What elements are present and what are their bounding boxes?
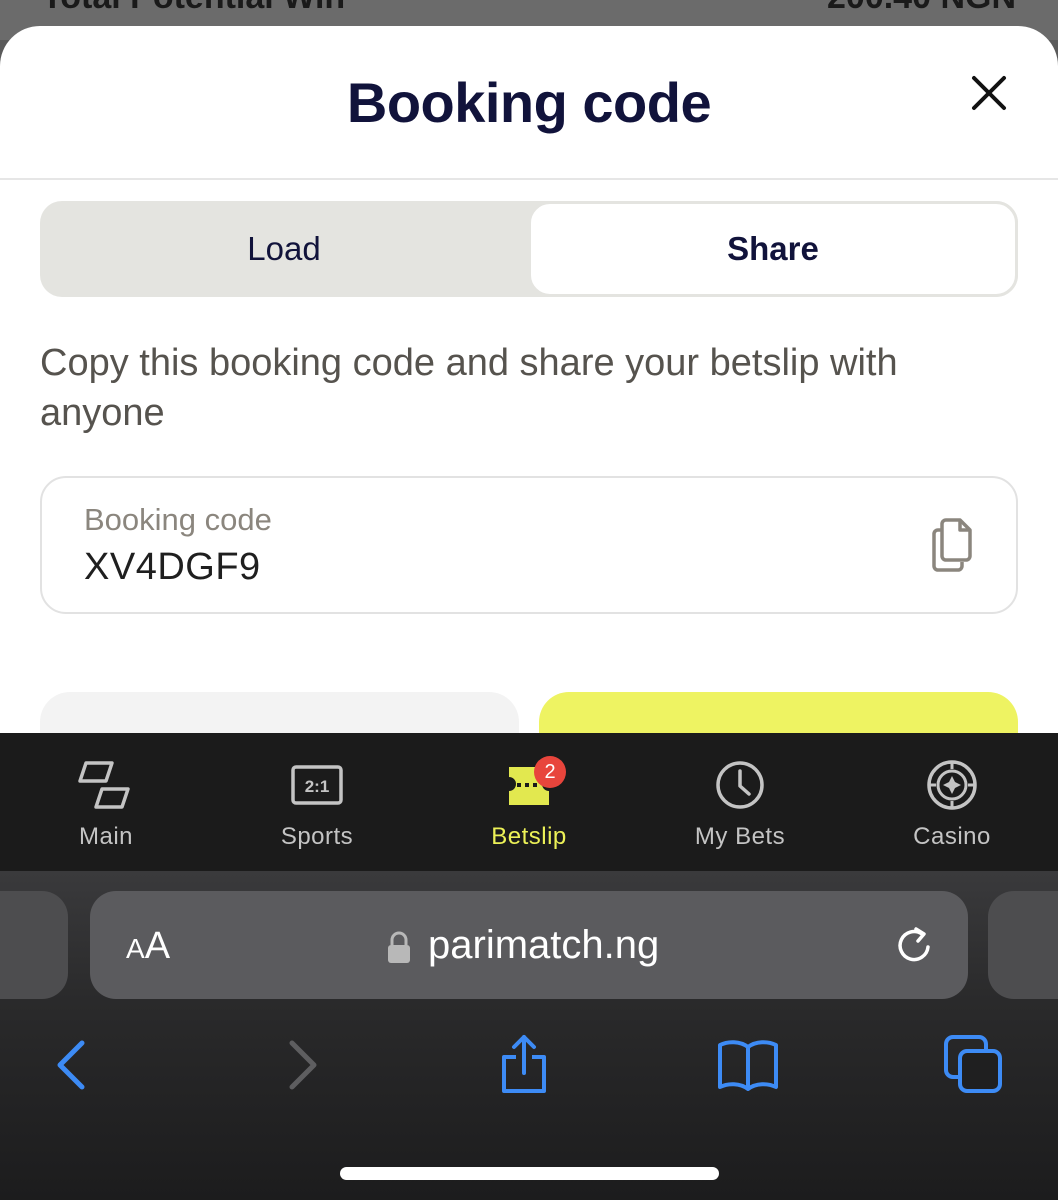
primary-action-button[interactable] (539, 692, 1018, 733)
tab-load[interactable]: Load (40, 201, 528, 297)
close-button[interactable] (970, 74, 1008, 112)
tab-casino-label: Casino (913, 823, 991, 850)
booking-code-sheet: Booking code Load Share Copy this bookin… (0, 26, 1058, 733)
home-indicator (340, 1167, 719, 1180)
share-description: Copy this booking code and share your be… (40, 342, 898, 434)
browser-toolbar: AA parimatch.ng (0, 871, 1058, 1200)
booking-code-field[interactable]: Booking code XV4DGF9 (40, 476, 1018, 614)
tabs-icon[interactable] (942, 1033, 1006, 1097)
main-icon (78, 761, 130, 809)
address-bar[interactable]: AA parimatch.ng (90, 891, 968, 999)
copy-icon (932, 518, 972, 572)
next-browser-tab[interactable] (988, 891, 1058, 999)
tab-sports-label: Sports (280, 823, 354, 850)
page-settings-button[interactable]: AA (126, 925, 170, 968)
clock-icon (716, 761, 764, 809)
booking-code-label: Booking code (84, 502, 272, 537)
sheet-header: Booking code (0, 26, 1058, 180)
tab-main[interactable]: Main (0, 733, 212, 871)
casino-icon (927, 760, 977, 810)
copy-button[interactable] (928, 516, 978, 574)
total-potential-win-label: Total Potential Win (42, 0, 345, 17)
share-icon[interactable] (492, 1033, 556, 1097)
back-icon[interactable] (40, 1033, 104, 1097)
load-share-segmented-control: Load Share (40, 201, 1018, 297)
total-potential-win-value: 200.40 NGN (827, 0, 1016, 17)
close-icon (972, 76, 1006, 110)
betslip-count-badge: 2 (534, 756, 566, 788)
url-text: parimatch.ng (428, 923, 660, 967)
secondary-action-button[interactable] (40, 692, 519, 733)
bookmarks-icon[interactable] (716, 1033, 780, 1097)
tab-share[interactable]: Share (528, 201, 1018, 297)
tab-my-bets[interactable]: My Bets (634, 733, 846, 871)
lock-icon (388, 931, 410, 963)
reload-icon[interactable] (892, 923, 936, 967)
app-tab-bar: Main 2:1 Sports Betslip My Bets Casino (0, 733, 1058, 871)
sports-icon: 2:1 (291, 765, 343, 805)
tab-betslip-label: Betslip (491, 823, 567, 850)
svg-text:2:1: 2:1 (305, 777, 330, 796)
tab-sports[interactable]: 2:1 Sports (211, 733, 423, 871)
booking-code-value: XV4DGF9 (84, 546, 261, 588)
previous-browser-tab[interactable] (0, 891, 68, 999)
tab-main-label: Main (78, 823, 134, 850)
sheet-title: Booking code (346, 71, 712, 134)
forward-icon[interactable] (270, 1033, 334, 1097)
tab-betslip[interactable]: Betslip (423, 733, 635, 871)
tab-casino[interactable]: Casino (846, 733, 1058, 871)
tab-my-bets-label: My Bets (694, 823, 786, 850)
